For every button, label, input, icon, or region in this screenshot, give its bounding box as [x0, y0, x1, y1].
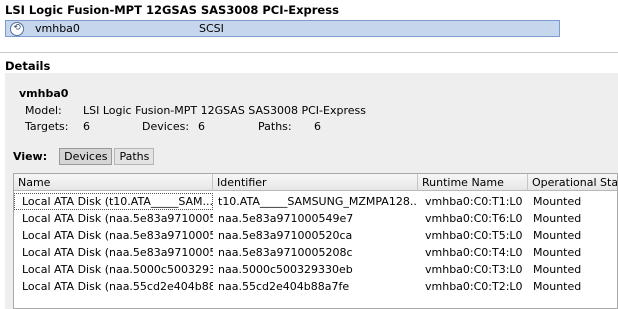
table-row[interactable]: Local ATA Disk (naa.5e83a9710005... naa.…: [14, 210, 617, 227]
column-header-runtime-name[interactable]: Runtime Name: [418, 174, 528, 191]
adapter-name: vmhba0: [35, 22, 80, 35]
cell-runtime-name: vmhba0:C0:T6:L0: [425, 212, 523, 225]
view-label: View:: [13, 149, 48, 163]
hba-adapter-icon: ⟲: [10, 21, 24, 36]
view-paths-button[interactable]: Paths: [114, 147, 155, 165]
cell-runtime-name: vmhba0:C0:T5:L0: [425, 229, 523, 242]
model-value: LSI Logic Fusion-MPT 12GSAS SAS3008 PCI-…: [83, 104, 366, 117]
section-divider: [0, 52, 618, 53]
targets-value: 6: [83, 120, 90, 133]
devices-label: Devices:: [142, 120, 190, 133]
cell-identifier: naa.5000c500329330eb: [218, 263, 353, 276]
details-panel: vmhba0 Model: LSI Logic Fusion-MPT 12GSA…: [5, 73, 618, 309]
column-header-name[interactable]: Name: [14, 174, 213, 191]
details-heading: Details: [5, 59, 51, 73]
column-header-operational-state[interactable]: Operational State: [528, 174, 617, 191]
table-row[interactable]: Local ATA Disk (t10.ATA_____SAM... t10.A…: [14, 193, 617, 210]
model-label: Model:: [25, 104, 62, 117]
table-header: Name Identifier Runtime Name Operational…: [14, 174, 617, 191]
adapter-title: LSI Logic Fusion-MPT 12GSAS SAS3008 PCI-…: [5, 3, 339, 17]
cell-identifier: naa.5e83a971000549e7: [218, 212, 354, 225]
cell-identifier: naa.5e83a9710005208c: [218, 246, 353, 259]
adapter-row-vmhba0[interactable]: ⟲ vmhba0 SCSI: [5, 20, 560, 37]
view-switcher: View: Devices Paths: [13, 147, 156, 165]
paths-label: Paths:: [258, 120, 292, 133]
table-row[interactable]: Local ATA Disk (naa.5e83a9710005... naa.…: [14, 244, 617, 261]
view-devices-button[interactable]: Devices: [59, 147, 113, 165]
cell-name: Local ATA Disk (t10.ATA_____SAM...: [14, 193, 213, 210]
cell-runtime-name: vmhba0:C0:T2:L0: [425, 280, 523, 293]
cell-operational-state: Mounted: [533, 246, 582, 259]
column-header-identifier[interactable]: Identifier: [213, 174, 418, 191]
devices-value: 6: [198, 120, 205, 133]
adapter-type: SCSI: [199, 22, 224, 35]
table-row[interactable]: Local ATA Disk (naa.5e83a9710005... naa.…: [14, 227, 617, 244]
cell-operational-state: Mounted: [533, 212, 582, 225]
cell-name: Local ATA Disk (naa.5e83a9710005...: [22, 229, 213, 242]
table-row[interactable]: Local ATA Disk (naa.5000c5003293... naa.…: [14, 261, 617, 278]
cell-operational-state: Mounted: [533, 229, 582, 242]
cell-name: Local ATA Disk (naa.5e83a9710005...: [22, 212, 213, 225]
devices-table: Name Identifier Runtime Name Operational…: [13, 173, 618, 309]
device-name: vmhba0: [19, 87, 69, 100]
cell-identifier: naa.5e83a971000520ca: [218, 229, 353, 242]
cell-operational-state: Mounted: [533, 195, 582, 208]
cell-operational-state: Mounted: [533, 263, 582, 276]
cell-identifier: t10.ATA_____SAMSUNG_MZMPA128...: [218, 195, 418, 208]
paths-value: 6: [314, 120, 321, 133]
cell-identifier: naa.55cd2e404b88a7fe: [218, 280, 350, 293]
cell-operational-state: Mounted: [533, 280, 582, 293]
cell-runtime-name: vmhba0:C0:T3:L0: [425, 263, 523, 276]
cell-runtime-name: vmhba0:C0:T4:L0: [425, 246, 523, 259]
cell-name: Local ATA Disk (naa.5e83a9710005...: [22, 246, 213, 259]
table-row[interactable]: Local ATA Disk (naa.55cd2e404b88... naa.…: [14, 278, 617, 295]
cell-name: Local ATA Disk (naa.5000c5003293...: [22, 263, 213, 276]
cell-name: Local ATA Disk (naa.55cd2e404b88...: [22, 280, 213, 293]
cell-runtime-name: vmhba0:C0:T1:L0: [425, 195, 523, 208]
targets-label: Targets:: [25, 120, 69, 133]
